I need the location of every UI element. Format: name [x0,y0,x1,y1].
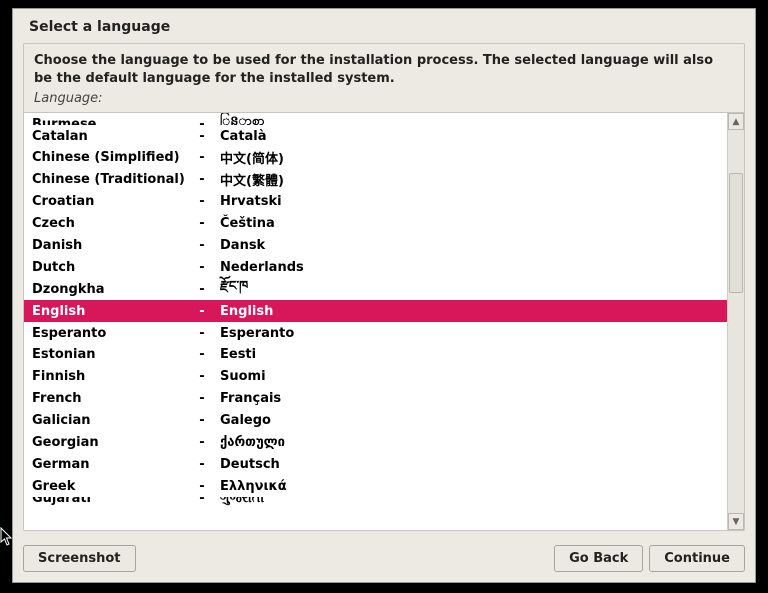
language-name-native: Suomi [212,369,719,384]
scroll-thumb[interactable] [729,173,743,293]
language-name-english: Chinese (Traditional) [32,172,192,187]
language-name-native: Čeština [212,216,719,231]
language-row[interactable]: French-Français [24,388,727,410]
separator: - [192,479,212,494]
language-name-english: Chinese (Simplified) [32,150,192,165]
separator: - [192,497,212,506]
scroll-up-button[interactable]: ▲ [728,113,744,130]
language-name-native: Català [212,129,719,144]
separator: - [192,391,212,406]
language-row[interactable]: Chinese (Simplified)-中文(简体) [24,147,727,169]
language-row[interactable]: Chinese (Traditional)-中文(繁體) [24,169,727,191]
language-name-native: Deutsch [212,457,719,472]
installer-window: Select a language Choose the language to… [12,8,756,583]
language-row[interactable]: Georgian-ქართული [24,432,727,454]
language-name-native: Dansk [212,238,719,253]
separator: - [192,369,212,384]
language-row[interactable]: Estonian-Eesti [24,344,727,366]
separator: - [192,282,212,297]
separator: - [192,117,212,125]
instructions-text: Choose the language to be used for the i… [24,44,744,89]
language-name-native: 中文(繁體) [212,170,719,189]
language-row[interactable]: Esperanto-Esperanto [24,322,727,344]
language-name-native: Ελληνικά [212,479,719,494]
language-name-native: Esperanto [212,326,719,341]
language-name-english: Esperanto [32,326,192,341]
separator: - [192,304,212,319]
language-name-native: ગુજરાતી [212,497,719,506]
language-panel: Choose the language to be used for the i… [23,43,745,531]
language-name-english: English [32,304,192,319]
language-name-english: Estonian [32,347,192,362]
continue-button[interactable]: Continue [649,545,745,572]
language-name-english: Greek [32,479,192,494]
language-row[interactable]: Burmese-ြន္မာစာ [24,113,727,125]
separator: - [192,172,212,187]
language-row[interactable]: English-English [24,300,727,322]
language-row[interactable]: German-Deutsch [24,453,727,475]
language-name-english: Dutch [32,260,192,275]
separator: - [192,435,212,450]
separator: - [192,347,212,362]
language-name-native: Eesti [212,347,719,362]
language-row[interactable]: Gujarati-ગુજરાતી [24,497,727,511]
language-name-english: Catalan [32,129,192,144]
language-name-native: Français [212,391,719,406]
separator: - [192,150,212,165]
language-name-native: English [212,304,719,319]
separator: - [192,129,212,144]
page-title: Select a language [13,9,755,43]
language-row[interactable]: Galician-Galego [24,410,727,432]
language-name-native: ြន္မာစာ [212,113,719,125]
language-row[interactable]: Finnish-Suomi [24,366,727,388]
language-label: Language: [24,89,744,112]
language-name-native: ქართული [212,435,719,450]
scrollbar[interactable]: ▲ ▼ [727,113,744,530]
separator: - [192,260,212,275]
language-name-english: Burmese [32,117,192,125]
separator: - [192,194,212,209]
language-name-english: Danish [32,238,192,253]
language-name-native: Galego [212,413,719,428]
language-name-native: རྫོང་ཁ [212,271,719,308]
separator: - [192,326,212,341]
language-name-native: 中文(简体) [212,148,719,167]
language-name-english: Gujarati [32,497,192,506]
language-name-english: Czech [32,216,192,231]
language-row[interactable]: Catalan-Català [24,125,727,147]
language-name-english: French [32,391,192,406]
language-name-native: Hrvatski [212,194,719,209]
language-name-english: Dzongkha [32,282,192,297]
language-name-english: Galician [32,413,192,428]
scroll-down-button[interactable]: ▼ [728,513,744,530]
language-name-english: German [32,457,192,472]
language-name-english: Finnish [32,369,192,384]
language-name-english: Georgian [32,435,192,450]
footer: Screenshot Go Back Continue [23,545,745,572]
separator: - [192,216,212,231]
language-name-english: Croatian [32,194,192,209]
separator: - [192,238,212,253]
language-row[interactable]: Dzongkha-རྫོང་ཁ [24,278,727,300]
language-list[interactable]: Burmese-ြន္မာစာCatalan-CatalàChinese (Si… [24,113,727,530]
separator: - [192,457,212,472]
language-row[interactable]: Czech-Čeština [24,213,727,235]
language-row[interactable]: Danish-Dansk [24,235,727,257]
language-row[interactable]: Greek-Ελληνικά [24,475,727,497]
separator: - [192,413,212,428]
language-row[interactable]: Croatian-Hrvatski [24,191,727,213]
go-back-button[interactable]: Go Back [554,545,643,572]
screenshot-button[interactable]: Screenshot [23,545,136,572]
language-list-container: Burmese-ြន္မာစာCatalan-CatalàChinese (Si… [24,112,744,530]
